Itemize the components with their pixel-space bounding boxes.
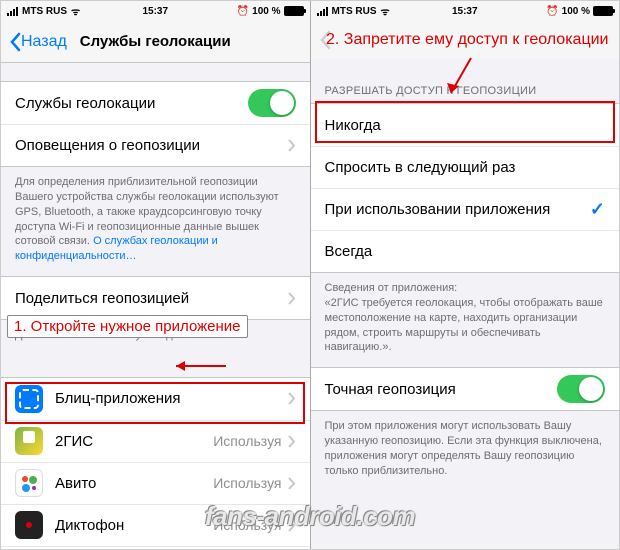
battery-icon [593, 6, 613, 16]
option-while-using[interactable]: При использовании приложения ✓ [311, 188, 620, 230]
footnote-privacy: Для определения приблизительной геопозиц… [1, 167, 310, 276]
footnote-app-info: Сведения от приложения: «2ГИС требуется … [311, 273, 620, 367]
row-label: Службы геолокации [15, 95, 248, 112]
arrow-annotation-icon [171, 356, 231, 376]
row-label: Авито [55, 475, 213, 492]
screen-location-services: MTS RUS ᯤ 15:37 ⏰ 100 % Назад Службы гео… [1, 1, 310, 549]
back-button[interactable]: Назад [9, 32, 67, 52]
option-label: Спросить в следующий раз [325, 159, 606, 176]
option-always[interactable]: Всегда [311, 230, 620, 272]
option-label: При использовании приложения [325, 201, 590, 218]
wifi-icon: ᯤ [71, 4, 80, 18]
row-value: Используя [213, 433, 281, 449]
avito-icon [15, 469, 43, 497]
row-label: Точная геопозиция [325, 381, 558, 398]
back-label: Назад [21, 33, 67, 51]
section-header: РАЗРЕШАТЬ ДОСТУП К ГЕОПОЗИЦИИ [311, 59, 620, 103]
checkmark-icon: ✓ [590, 199, 605, 220]
annotation-step-1: 1. Откройте нужное приложение [7, 315, 248, 338]
status-time: 15:37 [142, 6, 168, 17]
signal-icon [7, 7, 18, 16]
battery-icon [284, 6, 304, 16]
2gis-icon [15, 427, 43, 455]
chevron-icon [288, 435, 296, 448]
row-location-services[interactable]: Службы геолокации [1, 82, 310, 124]
row-app-2gis[interactable]: 2ГИС Используя [1, 420, 310, 462]
signal-icon [317, 7, 328, 16]
toggle-precise-location[interactable] [557, 375, 605, 403]
row-location-alerts[interactable]: Оповещения о геопозиции [1, 124, 310, 166]
voice-memos-icon [15, 511, 43, 539]
option-never[interactable]: Никогда [311, 104, 620, 146]
wifi-icon: ᯤ [381, 4, 390, 18]
chevron-icon [288, 392, 296, 405]
page-title: Службы геолокации [80, 33, 231, 50]
footnote-precise: При этом приложения могут использовать В… [311, 411, 620, 490]
app-clips-icon [15, 385, 43, 413]
carrier-label: MTS RUS [332, 6, 377, 17]
watermark: fans-android.com [205, 501, 415, 532]
row-label: Оповещения о геопозиции [15, 137, 288, 154]
row-app-avito[interactable]: Авито Используя [1, 462, 310, 504]
option-label: Всегда [325, 243, 606, 260]
row-value: Используя [213, 475, 281, 491]
row-label: Блиц-приложения [55, 390, 288, 407]
annotation-step-2: 2. Запретите ему доступ к геолокации [311, 29, 615, 51]
alarm-icon: ⏰ [546, 6, 558, 17]
option-ask-next-time[interactable]: Спросить в следующий раз [311, 146, 620, 188]
battery-percent: 100 % [562, 6, 590, 17]
row-precise-location[interactable]: Точная геопозиция [311, 368, 620, 410]
row-label: Диктофон [55, 517, 213, 534]
status-time: 15:37 [452, 6, 478, 17]
status-bar: MTS RUS ᯤ 15:37 ⏰ 100 % [1, 1, 310, 21]
row-label: 2ГИС [55, 433, 213, 450]
chevron-icon [288, 139, 296, 152]
row-app-edadil[interactable]: Едадил Используя [1, 546, 310, 549]
chevron-icon [288, 292, 296, 305]
toggle-location-services[interactable] [248, 89, 296, 117]
row-share-location[interactable]: Поделиться геопозицией [1, 277, 310, 319]
carrier-label: MTS RUS [22, 6, 67, 17]
chevron-icon [288, 477, 296, 490]
row-label: Поделиться геопозицией [15, 290, 288, 307]
screen-app-permission: MTS RUS ᯤ 15:37 ⏰ 100 % Назад 2. Запрети… [311, 1, 620, 549]
status-bar: MTS RUS ᯤ 15:37 ⏰ 100 % [311, 1, 620, 21]
battery-percent: 100 % [252, 6, 280, 17]
nav-bar: Назад Службы геолокации [1, 21, 310, 63]
row-app-clips[interactable]: Блиц-приложения [1, 378, 310, 420]
option-label: Никогда [325, 117, 606, 134]
alarm-icon: ⏰ [237, 6, 249, 17]
